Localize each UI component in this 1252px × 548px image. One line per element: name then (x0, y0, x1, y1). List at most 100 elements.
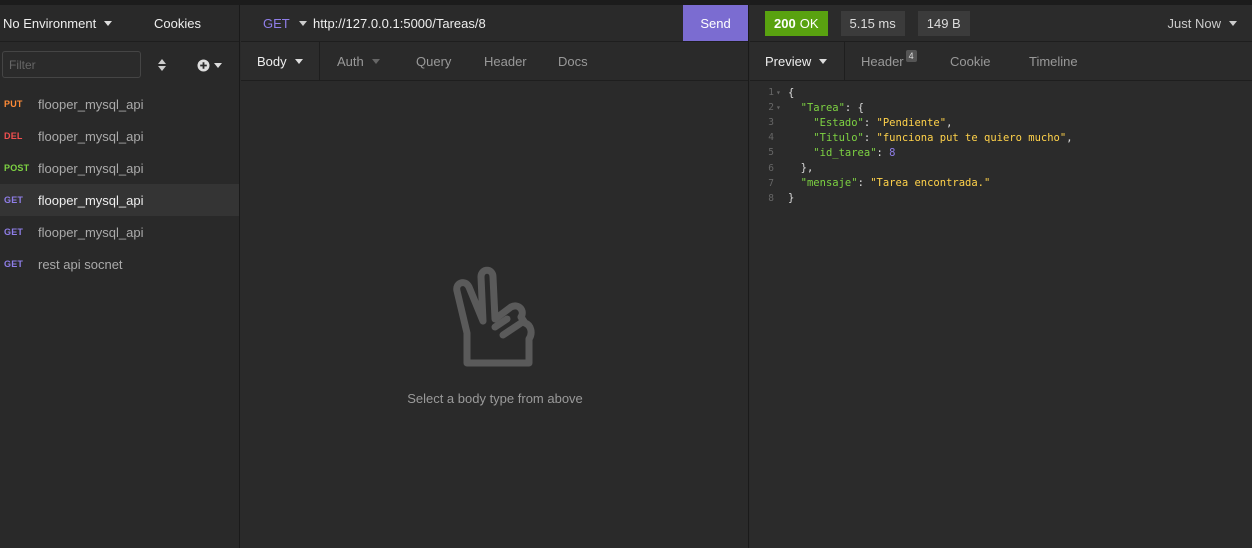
environment-label: No Environment (3, 15, 97, 31)
cookies-button[interactable]: Cookies (150, 16, 201, 31)
tab-response-header[interactable]: Header 4 (845, 42, 935, 80)
json-string: "Tarea encontrada." (870, 177, 991, 190)
code-text: "id_tarea": 8 (813, 146, 896, 159)
response-bar: 200 OK 5.15 ms 149 B Just Now (750, 5, 1252, 42)
method-badge: GET (4, 259, 24, 269)
request-pane: GET Send Body Auth Query Header Docs (241, 5, 749, 548)
request-name: flooper_mysql_api (38, 128, 144, 144)
response-time-badge: 5.15 ms (840, 10, 905, 36)
tab-label: Body (257, 53, 287, 69)
status-code: 200 (774, 15, 796, 31)
filter-input[interactable] (2, 51, 141, 78)
tab-preview[interactable]: Preview (750, 42, 845, 80)
method-badge: PUT (4, 99, 23, 109)
tab-cookie[interactable]: Cookie (935, 42, 1013, 80)
sidebar: No Environment Cookies PUT flooper_mysql… (0, 5, 240, 548)
json-string: "funciona put te quiero mucho" (876, 131, 1067, 144)
fold-arrow-icon[interactable]: ▾ (776, 103, 788, 112)
code-text: }, (788, 162, 814, 175)
line-number: 7 (768, 177, 774, 189)
request-item[interactable]: DEL flooper_mysql_api (0, 120, 239, 152)
add-request-button[interactable] (197, 56, 225, 74)
response-tabs: Preview Header 4 Cookie Timeline (750, 42, 1252, 81)
method-label: GET (263, 15, 290, 31)
json-key: "Tarea" (800, 101, 845, 114)
request-name: rest api socnet (38, 256, 123, 272)
tab-timeline[interactable]: Timeline (1013, 42, 1103, 80)
chevron-down-icon (371, 58, 380, 64)
history-dropdown[interactable]: Just Now (1168, 16, 1237, 31)
request-item-active[interactable]: GET flooper_mysql_api (0, 184, 239, 216)
history-label: Just Now (1167, 16, 1221, 31)
tab-label: Query (416, 53, 452, 69)
request-item[interactable]: PUT flooper_mysql_api (0, 88, 239, 120)
fold-arrow-icon[interactable]: ▾ (776, 88, 788, 97)
line-number: 3 (768, 117, 774, 129)
tab-docs[interactable]: Docs (543, 42, 603, 80)
send-button[interactable]: Send (683, 5, 748, 41)
code-line: 8 } (750, 191, 1252, 206)
tab-auth[interactable]: Auth (320, 42, 400, 80)
method-badge: GET (4, 227, 24, 237)
response-size-badge: 149 B (917, 10, 970, 36)
request-name: flooper_mysql_api (38, 160, 144, 176)
tab-label: Preview (765, 53, 812, 69)
response-body-viewer[interactable]: 1 ▾ { 2 ▾ "Tarea": { 3 "Estado": "Pendie… (750, 85, 1252, 206)
json-key: "id_tarea" (813, 146, 877, 159)
tab-label: Timeline (1029, 53, 1078, 69)
request-name: flooper_mysql_api (38, 224, 144, 240)
chevron-down-icon (298, 20, 307, 26)
code-text: "Titulo": "funciona put te quiero mucho"… (813, 131, 1073, 144)
code-text: "Estado": "Pendiente", (813, 116, 953, 129)
tab-label: Docs (558, 53, 588, 69)
plus-circle-icon (197, 59, 210, 71)
sidebar-filter-row (0, 42, 239, 88)
request-tabs: Body Auth Query Header Docs (241, 42, 748, 81)
chevron-down-icon (104, 20, 113, 26)
tab-label: Header (484, 53, 527, 69)
method-badge: POST (4, 163, 30, 173)
tab-label: Auth (337, 53, 364, 69)
json-key: "Estado" (813, 116, 864, 129)
method-badge: DEL (4, 131, 23, 141)
sidebar-header: No Environment Cookies (0, 5, 239, 42)
json-number: 8 (889, 146, 896, 159)
header-count-badge: 4 (905, 50, 917, 62)
chevron-down-icon (294, 58, 303, 64)
tab-body[interactable]: Body (241, 42, 320, 80)
json-key: "mensaje" (800, 177, 858, 190)
code-text: "Tarea": { (800, 101, 864, 114)
environment-selector[interactable]: No Environment (0, 16, 150, 31)
chevron-down-icon (819, 58, 828, 64)
empty-body-state: Select a body type from above (241, 263, 749, 406)
code-text: "mensaje": "Tarea encontrada." (800, 177, 991, 190)
method-badge: GET (4, 195, 24, 205)
line-number: 1 (768, 87, 774, 99)
status-text: OK (799, 15, 819, 31)
url-bar: GET Send (241, 5, 748, 42)
chevron-down-icon (214, 62, 222, 68)
json-key: "Titulo" (813, 131, 864, 144)
line-number: 5 (768, 147, 774, 159)
line-number: 4 (768, 132, 774, 144)
status-badge: 200 OK (765, 10, 828, 36)
peace-hand-icon (453, 266, 535, 367)
method-dropdown[interactable]: GET (241, 16, 313, 31)
tab-header[interactable]: Header (468, 42, 543, 80)
code-line: 3 "Estado": "Pendiente", (750, 115, 1252, 130)
url-input[interactable] (313, 5, 683, 41)
request-name: flooper_mysql_api (38, 192, 144, 208)
code-line: 7 "mensaje": "Tarea encontrada." (750, 176, 1252, 191)
response-pane: 200 OK 5.15 ms 149 B Just Now Preview He… (750, 5, 1252, 548)
line-number: 6 (768, 162, 774, 174)
chevron-down-icon (1229, 21, 1237, 26)
sort-icon[interactable] (155, 57, 169, 73)
code-text: { (788, 86, 795, 99)
json-string: "Pendiente" (876, 116, 947, 129)
tab-query[interactable]: Query (400, 42, 468, 80)
request-item[interactable]: POST flooper_mysql_api (0, 152, 239, 184)
request-item[interactable]: GET flooper_mysql_api (0, 216, 239, 248)
tab-label: Header (861, 53, 904, 69)
request-item[interactable]: GET rest api socnet (0, 248, 239, 280)
tab-label: Cookie (950, 53, 991, 69)
